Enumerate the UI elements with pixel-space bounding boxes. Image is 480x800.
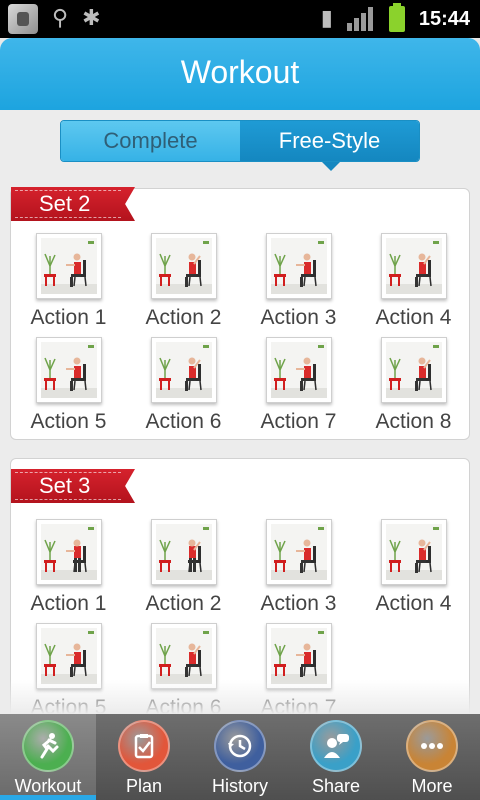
action-label: Action 5 xyxy=(30,410,107,433)
segment-complete[interactable]: Complete xyxy=(61,121,240,161)
tab-history[interactable]: History xyxy=(192,714,288,800)
action-label: Action 1 xyxy=(30,306,107,329)
action-label: Action 4 xyxy=(375,306,452,329)
exercise-thumbnail[interactable] xyxy=(150,519,217,585)
tab-more[interactable]: More xyxy=(384,714,480,800)
mode-segmented-control: Complete Free-Style xyxy=(60,120,420,162)
exercise-thumbnail[interactable] xyxy=(35,337,102,403)
action-label: Action 1 xyxy=(30,592,107,615)
action-item[interactable]: Action 8 xyxy=(356,337,471,435)
exercise-thumbnail[interactable] xyxy=(380,233,447,299)
tab-share[interactable]: Share xyxy=(288,714,384,800)
action-item[interactable]: Action 1 xyxy=(11,519,126,617)
action-label: Action 7 xyxy=(260,410,337,433)
battery-icon xyxy=(388,3,405,32)
set-panel: Set 3 Action 1Action 2Action 3Action 4Ac… xyxy=(10,458,470,714)
action-label: Action 3 xyxy=(260,306,337,329)
more-dots-icon xyxy=(406,720,458,772)
action-item[interactable]: Action 5 xyxy=(11,337,126,435)
exercise-thumbnail[interactable] xyxy=(265,233,332,299)
bottom-tab-bar: Workout Plan History Share More xyxy=(0,714,480,800)
tab-workout[interactable]: Workout xyxy=(0,714,96,800)
title-bar: Workout xyxy=(0,38,480,110)
signal-icon xyxy=(346,7,373,31)
tab-label: More xyxy=(411,776,453,796)
usb-icon: ⚲ xyxy=(52,6,69,31)
segment-pointer xyxy=(322,162,340,171)
action-grid: Action 1 Action 2 Action 3 Action 4 Action 5… xyxy=(11,233,471,435)
action-item[interactable]: Action 1 xyxy=(11,233,126,331)
system-icons: ▮ 15:44 xyxy=(321,0,470,38)
main-content[interactable]: Complete Free-Style Set 2 Action 1 Action… xyxy=(0,110,480,714)
action-item[interactable]: Action 2 xyxy=(126,233,241,331)
action-item[interactable]: Action 3 xyxy=(241,233,356,331)
exercise-thumbnail[interactable] xyxy=(265,337,332,403)
tab-plan[interactable]: Plan xyxy=(96,714,192,800)
segment-free-style[interactable]: Free-Style xyxy=(240,121,419,161)
action-item[interactable]: Action 7 xyxy=(241,337,356,435)
tab-label: Workout xyxy=(14,776,82,796)
action-item[interactable]: Action 4 xyxy=(356,233,471,331)
tab-label: History xyxy=(211,776,268,796)
android-debug-icon: ✱ xyxy=(82,6,101,31)
exercise-thumbnail[interactable] xyxy=(380,337,447,403)
app-icon xyxy=(8,4,38,34)
action-item[interactable]: Action 3 xyxy=(241,519,356,617)
page-title: Workout xyxy=(180,54,300,90)
clock: 15:44 xyxy=(418,7,470,30)
scroll-fade xyxy=(0,680,480,714)
tab-label: Plan xyxy=(125,776,163,796)
action-item[interactable]: Action 2 xyxy=(126,519,241,617)
action-label: Action 3 xyxy=(260,592,337,615)
action-label: Action 2 xyxy=(145,592,222,615)
action-label: Action 8 xyxy=(375,410,452,433)
action-item[interactable]: Action 6 xyxy=(126,337,241,435)
history-clock-icon xyxy=(214,720,266,772)
action-label: Action 6 xyxy=(145,410,222,433)
set-panel: Set 2 Action 1 Action 2 Action 3 Action 4 Ac… xyxy=(10,187,471,440)
share-chat-icon xyxy=(310,720,362,772)
tab-label: Share xyxy=(311,776,361,796)
exercise-thumbnail[interactable] xyxy=(150,233,217,299)
action-item[interactable]: Action 4 xyxy=(356,519,471,617)
set-ribbon: Set 2 xyxy=(11,187,135,221)
status-bar: ⚲ ✱ ▮ 15:44 xyxy=(0,0,480,38)
exercise-thumbnail[interactable] xyxy=(35,233,102,299)
notification-icons: ⚲ ✱ xyxy=(8,4,101,34)
set-ribbon: Set 3 xyxy=(11,469,135,503)
clipboard-check-icon xyxy=(118,720,170,772)
exercise-thumbnail[interactable] xyxy=(35,519,102,585)
sd-card-icon: ▮ xyxy=(320,6,333,31)
exercise-thumbnail[interactable] xyxy=(150,337,217,403)
action-label: Action 2 xyxy=(145,306,222,329)
exercise-thumbnail[interactable] xyxy=(380,519,447,585)
action-label: Action 4 xyxy=(375,592,452,615)
running-man-icon xyxy=(22,720,74,772)
exercise-thumbnail[interactable] xyxy=(265,519,332,585)
